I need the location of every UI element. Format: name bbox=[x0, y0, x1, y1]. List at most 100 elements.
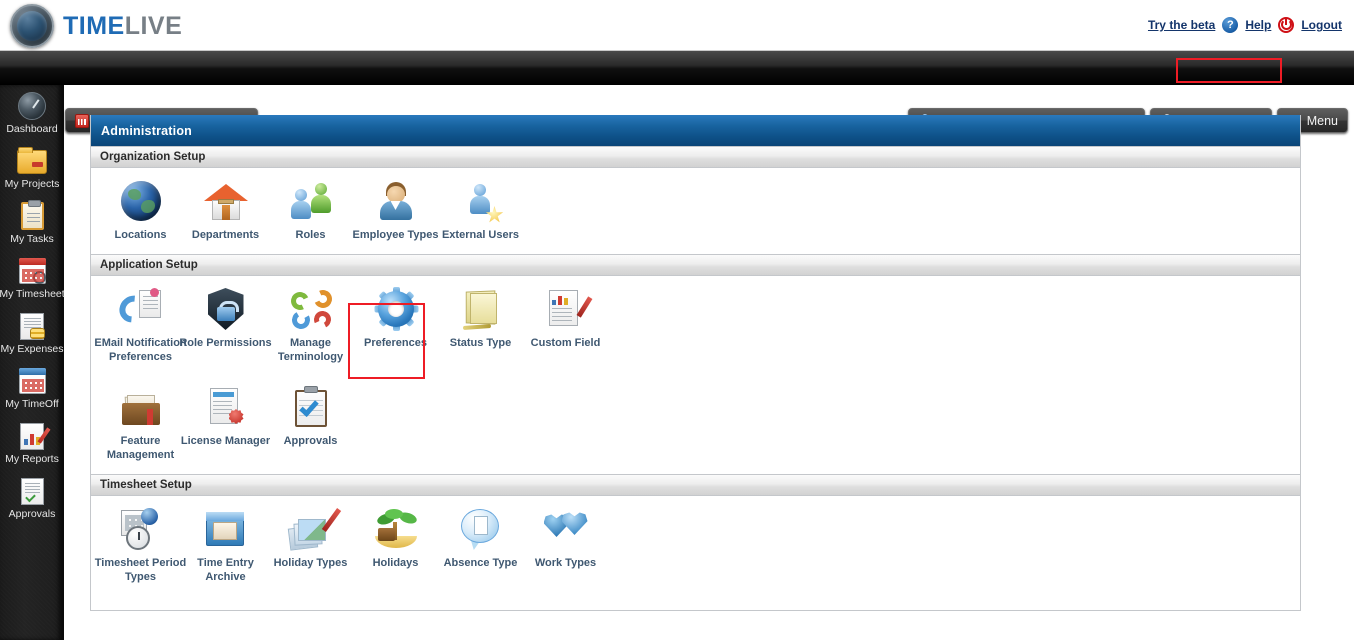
sidebar-item-approvals[interactable]: Approvals bbox=[0, 470, 64, 525]
app-logo[interactable]: TIMELIVE bbox=[10, 4, 182, 48]
archive-box-icon bbox=[203, 506, 249, 552]
sidebar-item-my-projects[interactable]: My Projects bbox=[0, 140, 64, 195]
page-title: Administration bbox=[91, 115, 1300, 146]
icon-row: EMail Notification Preferences Role Perm… bbox=[91, 276, 1300, 364]
sidebar-item-my-reports[interactable]: My Reports bbox=[0, 415, 64, 470]
sidebar-item-label: Approvals bbox=[9, 509, 56, 520]
brand-time: TIME bbox=[63, 12, 125, 40]
brand-text: TIMELIVE bbox=[63, 12, 182, 41]
tile-approvals[interactable]: Approvals bbox=[268, 374, 353, 448]
notepad-icon bbox=[458, 286, 504, 332]
license-seal-icon bbox=[203, 384, 249, 430]
tile-label: Absence Type bbox=[438, 556, 524, 570]
tile-locations[interactable]: Locations bbox=[98, 168, 183, 242]
top-header: TIMELIVE Try the beta ? Help Logout bbox=[0, 0, 1354, 51]
help-link[interactable]: Help bbox=[1245, 18, 1271, 32]
tile-label: Departments bbox=[183, 228, 269, 242]
gauge-icon bbox=[16, 91, 48, 121]
tile-label: Status Type bbox=[438, 336, 524, 350]
house-icon bbox=[203, 178, 249, 224]
application-window: TIMELIVE Try the beta ? Help Logout Dash… bbox=[0, 0, 1354, 640]
tile-roles[interactable]: Roles bbox=[268, 168, 353, 242]
header-links: Try the beta ? Help Logout bbox=[1148, 17, 1342, 33]
icon-row: Timesheet Period Types Time Entry Archiv… bbox=[91, 496, 1300, 584]
tile-feature-management[interactable]: Feature Management bbox=[98, 374, 183, 462]
power-logout-icon[interactable] bbox=[1278, 17, 1294, 33]
section-header-organization-setup: Organization Setup bbox=[91, 146, 1300, 168]
clipboard-icon bbox=[16, 201, 48, 231]
employee-icon bbox=[373, 178, 419, 224]
terminology-icon bbox=[288, 286, 334, 332]
globe-icon bbox=[118, 178, 164, 224]
sidebar-item-label: Dashboard bbox=[6, 124, 57, 135]
icon-row: Locations Departments Roles bbox=[91, 168, 1300, 242]
tile-departments[interactable]: Departments bbox=[183, 168, 268, 242]
tile-manage-terminology[interactable]: Manage Terminology bbox=[268, 276, 353, 364]
tile-employee-types[interactable]: Employee Types bbox=[353, 168, 438, 242]
tile-role-permissions[interactable]: Role Permissions bbox=[183, 276, 268, 350]
sidebar-item-my-timeoff[interactable]: My TimeOff bbox=[0, 360, 64, 415]
tile-label: External Users bbox=[438, 228, 524, 242]
red-chart-icon bbox=[75, 114, 89, 128]
tile-status-type[interactable]: Status Type bbox=[438, 276, 523, 350]
icon-row: Feature Management License Manager Appro… bbox=[91, 364, 1300, 462]
sidebar-item-label: My Expenses bbox=[0, 344, 63, 355]
tile-custom-field[interactable]: Custom Field bbox=[523, 276, 608, 350]
email-sync-icon bbox=[118, 286, 164, 332]
tile-label: Work Types bbox=[523, 556, 609, 570]
section-body-organization-setup: Locations Departments Roles bbox=[91, 168, 1300, 254]
sidebar-item-dashboard[interactable]: Dashboard bbox=[0, 85, 64, 140]
sidebar-item-label: My TimeOff bbox=[5, 399, 58, 410]
tile-label: Role Permissions bbox=[178, 336, 274, 350]
gear-icon bbox=[373, 286, 419, 332]
tile-timesheet-period-types[interactable]: Timesheet Period Types bbox=[98, 496, 183, 584]
sidebar-item-my-expenses[interactable]: My Expenses bbox=[0, 305, 64, 360]
help-circle-icon[interactable]: ? bbox=[1222, 17, 1238, 33]
tile-time-entry-archive[interactable]: Time Entry Archive bbox=[183, 496, 268, 584]
tile-label: Feature Management bbox=[98, 434, 184, 462]
tile-license-manager[interactable]: License Manager bbox=[183, 374, 268, 448]
tile-label: Custom Field bbox=[523, 336, 609, 350]
section-body-timesheet-setup: Timesheet Period Types Time Entry Archiv… bbox=[91, 496, 1300, 610]
tile-holidays[interactable]: Holidays bbox=[353, 496, 438, 570]
tile-external-users[interactable]: External Users bbox=[438, 168, 523, 242]
try-the-beta-link[interactable]: Try the beta bbox=[1148, 18, 1215, 32]
tile-label: EMail Notification Preferences bbox=[93, 336, 189, 364]
section-header-application-setup: Application Setup bbox=[91, 254, 1300, 276]
tile-email-notification-preferences[interactable]: EMail Notification Preferences bbox=[98, 276, 183, 364]
section-header-timesheet-setup: Timesheet Setup bbox=[91, 474, 1300, 496]
tile-work-types[interactable]: Work Types bbox=[523, 496, 608, 570]
sidebar-item-my-timesheet[interactable]: My Timesheet bbox=[0, 250, 64, 305]
tile-absence-type[interactable]: Absence Type bbox=[438, 496, 523, 570]
tile-label: Employee Types bbox=[353, 228, 439, 242]
sidebar-item-label: My Projects bbox=[5, 179, 60, 190]
palm-beach-icon bbox=[373, 506, 419, 552]
clipboard-check-icon bbox=[288, 384, 334, 430]
tile-label: Holidays bbox=[353, 556, 439, 570]
clock-logo-icon bbox=[10, 4, 54, 48]
feature-box-icon bbox=[118, 384, 164, 430]
administration-panel: Administration Organization Setup Locati… bbox=[90, 115, 1301, 611]
user-star-icon bbox=[458, 178, 504, 224]
logout-link[interactable]: Logout bbox=[1301, 18, 1342, 32]
row-spacer bbox=[91, 242, 1300, 254]
sidebar-item-label: My Timesheet bbox=[0, 289, 65, 300]
sidebar-item-my-tasks[interactable]: My Tasks bbox=[0, 195, 64, 250]
calendar-blue-icon bbox=[16, 366, 48, 396]
tile-preferences[interactable]: Preferences bbox=[353, 276, 438, 350]
tile-holiday-types[interactable]: Holiday Types bbox=[268, 496, 353, 570]
document-check-icon bbox=[16, 476, 48, 506]
photos-pencil-icon bbox=[288, 506, 334, 552]
row-spacer bbox=[91, 462, 1300, 474]
puzzle-hearts-icon bbox=[543, 506, 589, 552]
tile-label: Holiday Types bbox=[268, 556, 354, 570]
shield-lock-icon bbox=[203, 286, 249, 332]
tile-label: License Manager bbox=[178, 434, 274, 448]
menu-label: Menu bbox=[1307, 114, 1338, 128]
tile-label: Manage Terminology bbox=[268, 336, 354, 364]
brand-live: LIVE bbox=[125, 12, 183, 40]
tile-label: Time Entry Archive bbox=[183, 556, 269, 584]
calendar-clock-icon bbox=[16, 256, 48, 286]
left-sidebar: Dashboard My Projects My Tasks My Timesh… bbox=[0, 85, 64, 640]
tile-label: Locations bbox=[98, 228, 184, 242]
